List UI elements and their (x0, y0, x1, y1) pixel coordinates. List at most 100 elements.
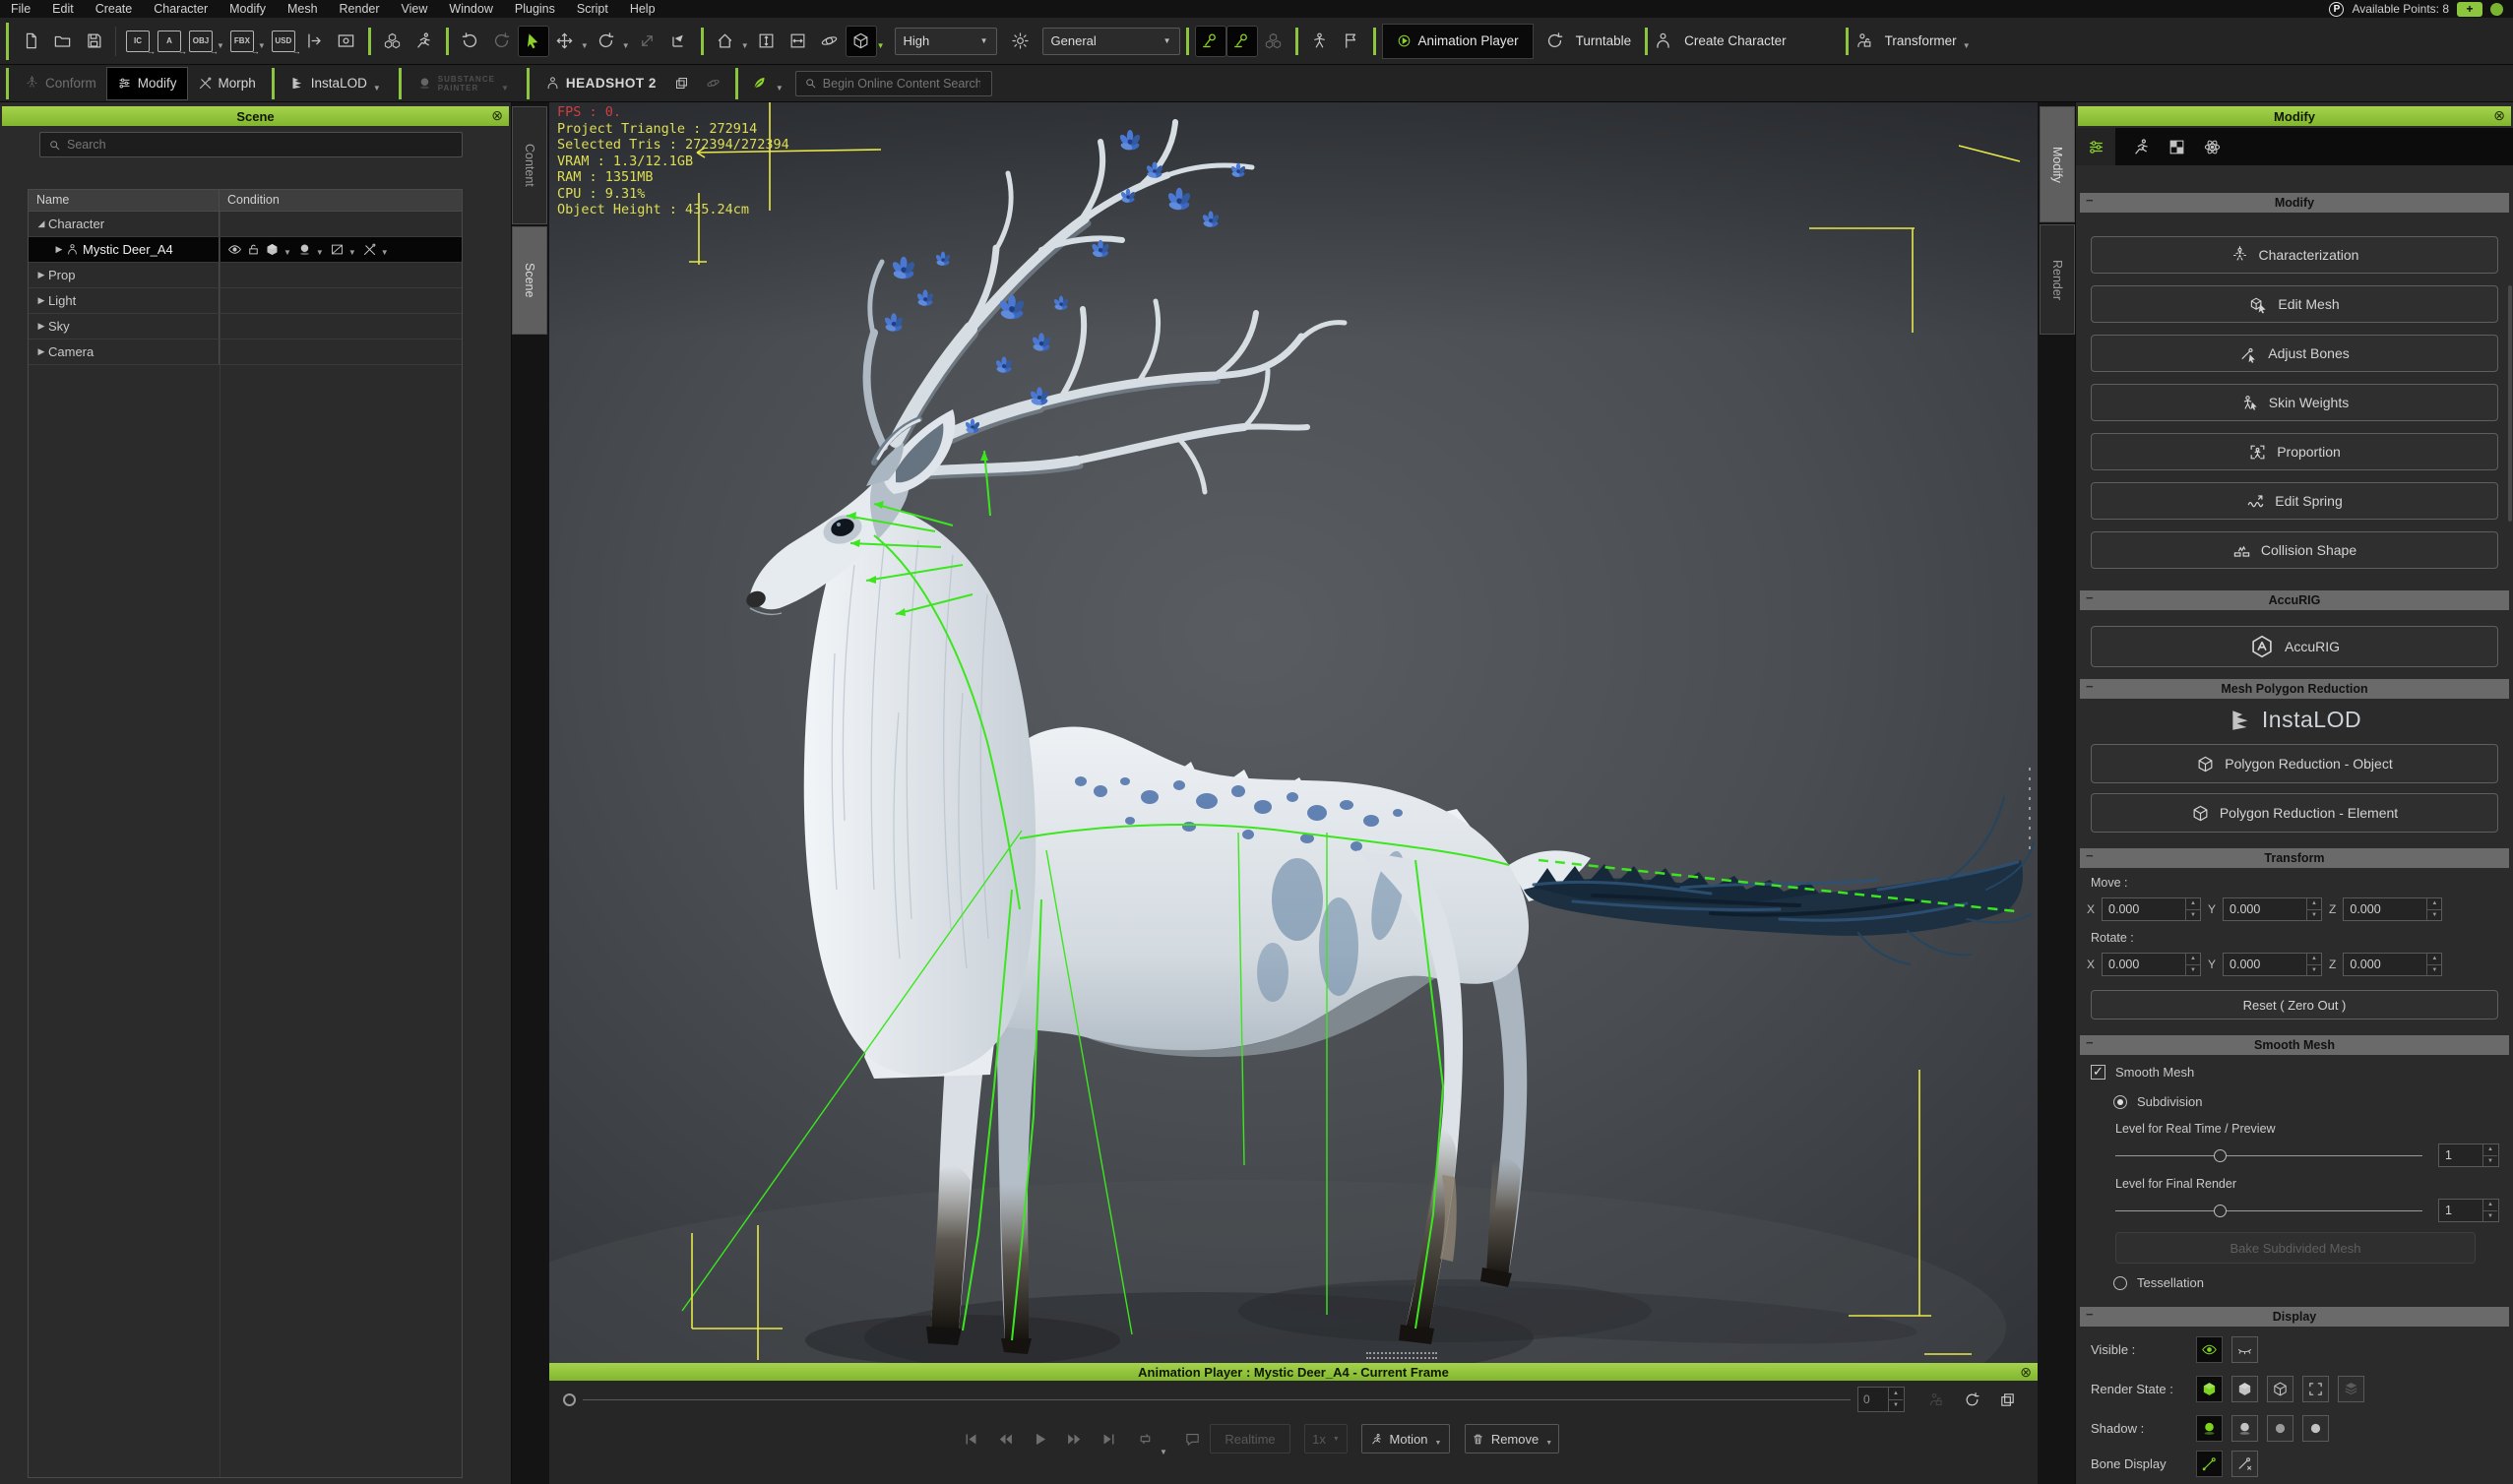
final-level-slider[interactable] (2115, 1210, 2422, 1211)
next-frame-button[interactable] (1061, 1426, 1087, 1452)
create-character-button[interactable]: Create Character (1654, 31, 1787, 50)
section-modify[interactable]: −Modify (2080, 193, 2509, 213)
menu-window[interactable]: Window (438, 2, 503, 16)
menu-render[interactable]: Render (329, 2, 391, 16)
menu-modify[interactable]: Modify (219, 2, 277, 16)
loop-mode-dropdown[interactable]: ▼ (1160, 1448, 1167, 1456)
edit-mesh-button[interactable]: Edit Mesh (2091, 285, 2498, 323)
character-swap-button[interactable] (377, 26, 408, 57)
camera-view-button[interactable] (846, 26, 877, 57)
rotate-z-spinner[interactable]: ▲▼ (2426, 954, 2441, 975)
quality-dropdown[interactable]: High▼ (895, 28, 997, 55)
menu-character[interactable]: Character (143, 2, 219, 16)
characterization-button[interactable]: Characterization (2091, 236, 2498, 274)
scene-search-input[interactable] (67, 138, 421, 152)
final-level-spinner[interactable]: ▲▼ (2482, 1200, 2497, 1221)
section-accurig[interactable]: −AccuRIG (2080, 590, 2509, 610)
expander-icon[interactable]: ▶ (52, 244, 66, 255)
panel-splitter-handle[interactable] (1366, 1352, 1437, 1362)
polygon-reduction-element-button[interactable]: Polygon Reduction - Element (2091, 793, 2498, 833)
morph-tab[interactable]: Morph (188, 67, 266, 100)
animation-player-close-icon[interactable]: ⊗ (2020, 1364, 2032, 1381)
conform-tab[interactable]: Conform (15, 67, 106, 100)
mesh-sphere-button[interactable] (698, 68, 729, 99)
camera-view-dropdown[interactable]: ▼ (877, 41, 885, 50)
import-ic-button[interactable]: IC (122, 26, 154, 57)
render-state-textured-toggle[interactable] (2196, 1376, 2223, 1402)
headshot2-menu[interactable]: HEADSHOT 2 (535, 67, 666, 100)
new-project-button[interactable] (15, 26, 46, 57)
flag-button[interactable] (1336, 26, 1367, 57)
realtime-level-spinner[interactable]: ▲▼ (2482, 1144, 2497, 1166)
realtime-level-slider[interactable] (2115, 1155, 2422, 1156)
render-state-solid-toggle[interactable] (2231, 1376, 2258, 1402)
skip-end-button[interactable] (1096, 1426, 1121, 1452)
smooth-mesh-checkbox[interactable]: ✓ (2091, 1065, 2105, 1080)
move-y-input[interactable] (2224, 898, 2306, 920)
export-button[interactable] (299, 26, 331, 57)
tab-render[interactable]: Render (2040, 224, 2075, 335)
add-points-button[interactable]: + (2457, 2, 2482, 17)
calibration-pose-button[interactable] (1304, 26, 1336, 57)
scene-row-light[interactable]: ▶Light (29, 288, 462, 314)
open-project-button[interactable] (46, 26, 78, 57)
modify-panel-scrollbar[interactable] (2508, 285, 2512, 522)
lighting-button[interactable] (1005, 26, 1037, 57)
rotate-x-spinner[interactable]: ▲▼ (2185, 954, 2200, 975)
rotate-z-input[interactable] (2344, 954, 2426, 975)
pivot-tool-button[interactable] (663, 26, 695, 57)
material-sphere-icon[interactable] (297, 242, 312, 257)
menu-edit[interactable]: Edit (41, 2, 85, 16)
tessellation-radio[interactable] (2113, 1276, 2127, 1290)
orbit-camera-button[interactable] (814, 26, 846, 57)
polygon-reduction-object-button[interactable]: Polygon Reduction - Object (2091, 744, 2498, 783)
props-display-button[interactable] (1258, 26, 1289, 57)
section-transform[interactable]: −Transform (2080, 848, 2509, 868)
edit-spring-button[interactable]: Edit Spring (2091, 482, 2498, 520)
modify-settings-tab[interactable] (2076, 128, 2115, 165)
menu-help[interactable]: Help (619, 2, 666, 16)
skip-start-button[interactable] (958, 1426, 983, 1452)
light-b-toggle[interactable] (1226, 26, 1258, 57)
lock-icon[interactable] (246, 242, 261, 257)
scene-row-camera[interactable]: ▶Camera (29, 340, 462, 365)
remove-button[interactable]: Remove ▼ (1465, 1424, 1559, 1453)
scene-col-name[interactable]: Name (29, 190, 220, 211)
export-fbx-button[interactable]: FBX (226, 26, 258, 57)
person-lock-icon[interactable] (1922, 1387, 1948, 1412)
comment-button[interactable] (1179, 1426, 1205, 1452)
scene-row-prop[interactable]: ▶Prop (29, 263, 462, 288)
save-project-button[interactable] (78, 26, 109, 57)
copy-frame-icon[interactable] (1994, 1387, 2020, 1412)
animation-player-button[interactable]: Animation Player (1382, 24, 1534, 59)
menu-file[interactable]: File (0, 2, 41, 16)
scene-row-mystic-deer[interactable]: ▶ Mystic Deer_A4 ▼ ▼ ▼ ▼ (29, 237, 462, 263)
bone-display-on-toggle[interactable] (2196, 1451, 2223, 1477)
fit-vertical-button[interactable] (751, 26, 783, 57)
fit-center-button[interactable] (783, 26, 814, 57)
shadow-cast-receive-toggle[interactable] (2196, 1415, 2223, 1442)
visible-off-toggle[interactable] (2231, 1336, 2258, 1363)
move-z-input[interactable] (2344, 898, 2426, 920)
realtime-level-input[interactable] (2439, 1144, 2482, 1166)
bone-display-off-toggle[interactable] (2231, 1451, 2258, 1477)
animation-tab[interactable] (2123, 130, 2159, 163)
move-x-spinner[interactable]: ▲▼ (2185, 898, 2200, 920)
render-cube-icon[interactable] (265, 242, 280, 257)
home-view-button[interactable] (710, 26, 741, 57)
realtime-level-handle[interactable] (2214, 1149, 2227, 1162)
subdivision-radio[interactable] (2113, 1095, 2127, 1109)
proportion-button[interactable]: Proportion (2091, 433, 2498, 470)
scene-row-sky[interactable]: ▶Sky (29, 314, 462, 340)
rotate-x-input[interactable] (2103, 954, 2185, 975)
modify-tab[interactable]: Modify (106, 67, 188, 100)
move-z-spinner[interactable]: ▲▼ (2426, 898, 2441, 920)
render-state-bounds-toggle[interactable] (2302, 1376, 2329, 1402)
rotate-tool-button[interactable] (591, 26, 622, 57)
substance-painter-menu[interactable]: SUBSTANCEPAINTER ▼ (408, 67, 521, 100)
preview-window-button[interactable] (331, 26, 362, 57)
motion-button[interactable]: Motion ▼ (1361, 1424, 1450, 1453)
collision-shape-button[interactable]: Collision Shape (2091, 531, 2498, 569)
content-leaf-dropdown[interactable]: ▼ (776, 84, 784, 93)
scale-tool-button[interactable] (632, 26, 663, 57)
